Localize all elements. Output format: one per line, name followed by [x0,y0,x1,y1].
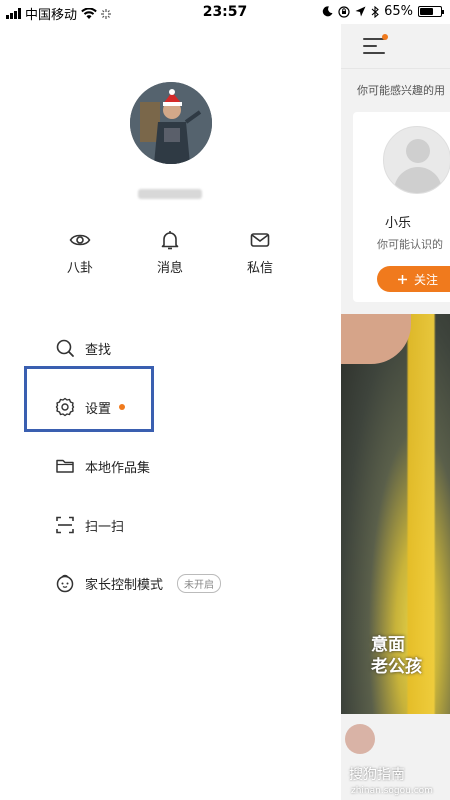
peek-header [341,24,450,69]
menu-item-label: 家长控制模式 [85,577,164,593]
status-bar: 中国移动 23:57 65% [0,0,450,24]
video-overlay-line: 意面 [371,635,405,655]
avatar-image [130,82,212,164]
quick-action-messages[interactable]: 消息 [125,229,215,279]
bell-icon [161,231,179,250]
mail-icon [250,233,270,247]
recommend-name: 小乐 [384,216,411,231]
quick-action-label: 私信 [246,261,273,276]
quick-action-direct-message[interactable]: 私信 [215,229,305,279]
status-right: 65% [322,4,444,19]
menu-item-label: 扫一扫 [85,519,125,535]
follow-label: 关注 [414,272,439,287]
watermark-url: zhinan.sogou.com [351,786,433,796]
video-hand [341,314,411,364]
search-icon [56,339,74,357]
recommend-card[interactable]: 小乐 你可能认识的 关注 [353,112,450,302]
battery-icon [418,6,444,17]
location-icon [355,6,366,17]
username [138,184,202,199]
bluetooth-icon [371,5,379,18]
battery-percent: 65% [384,4,413,19]
hamburger-menu-icon[interactable] [363,34,388,54]
menu-item-scan[interactable]: 扫一扫 [55,513,124,537]
quick-action-label: 消息 [156,261,183,276]
highlight-box [24,366,154,432]
quick-action-gossip[interactable]: 八卦 [35,229,125,279]
author-avatar[interactable] [345,724,375,754]
menu-item-label: 查找 [85,342,112,358]
moon-icon [322,6,333,17]
quick-action-label: 八卦 [66,261,93,276]
plus-icon [398,274,407,284]
status-badge: 未开启 [177,573,222,593]
menu-item-label: 本地作品集 [85,460,151,476]
default-avatar-icon [383,126,450,194]
watermark: 搜狗指南 [349,767,405,783]
username-text [138,189,202,199]
battery-fill [420,8,433,15]
child-face-icon [56,574,74,593]
follow-button[interactable]: 关注 [377,266,450,292]
folder-icon [56,459,74,473]
recommend-subtitle: 你可能认识的 [377,238,443,251]
video-overlay-line: 老公孩 [371,657,422,677]
rotation-lock-icon [338,5,350,18]
menu-item-search[interactable]: 查找 [55,336,111,360]
scan-icon [56,516,74,534]
menu-item-parental-control[interactable]: 家长控制模式 未开启 [55,571,222,595]
user-avatar[interactable] [130,82,212,164]
main-content-peek: 你可能感兴趣的用 小乐 你可能认识的 关注 意面 老公孩 搜狗指南 zhinan… [341,24,450,800]
notification-dot [382,34,388,40]
menu-item-local-collection[interactable]: 本地作品集 [55,454,150,478]
quick-actions: 八卦 消息 私信 [35,229,305,279]
eye-icon [69,234,91,246]
recommend-title: 你可能感兴趣的用 [357,84,445,97]
video-overlay-text: 意面 老公孩 [371,634,422,678]
video-thumbnail[interactable]: 意面 老公孩 [341,314,450,714]
